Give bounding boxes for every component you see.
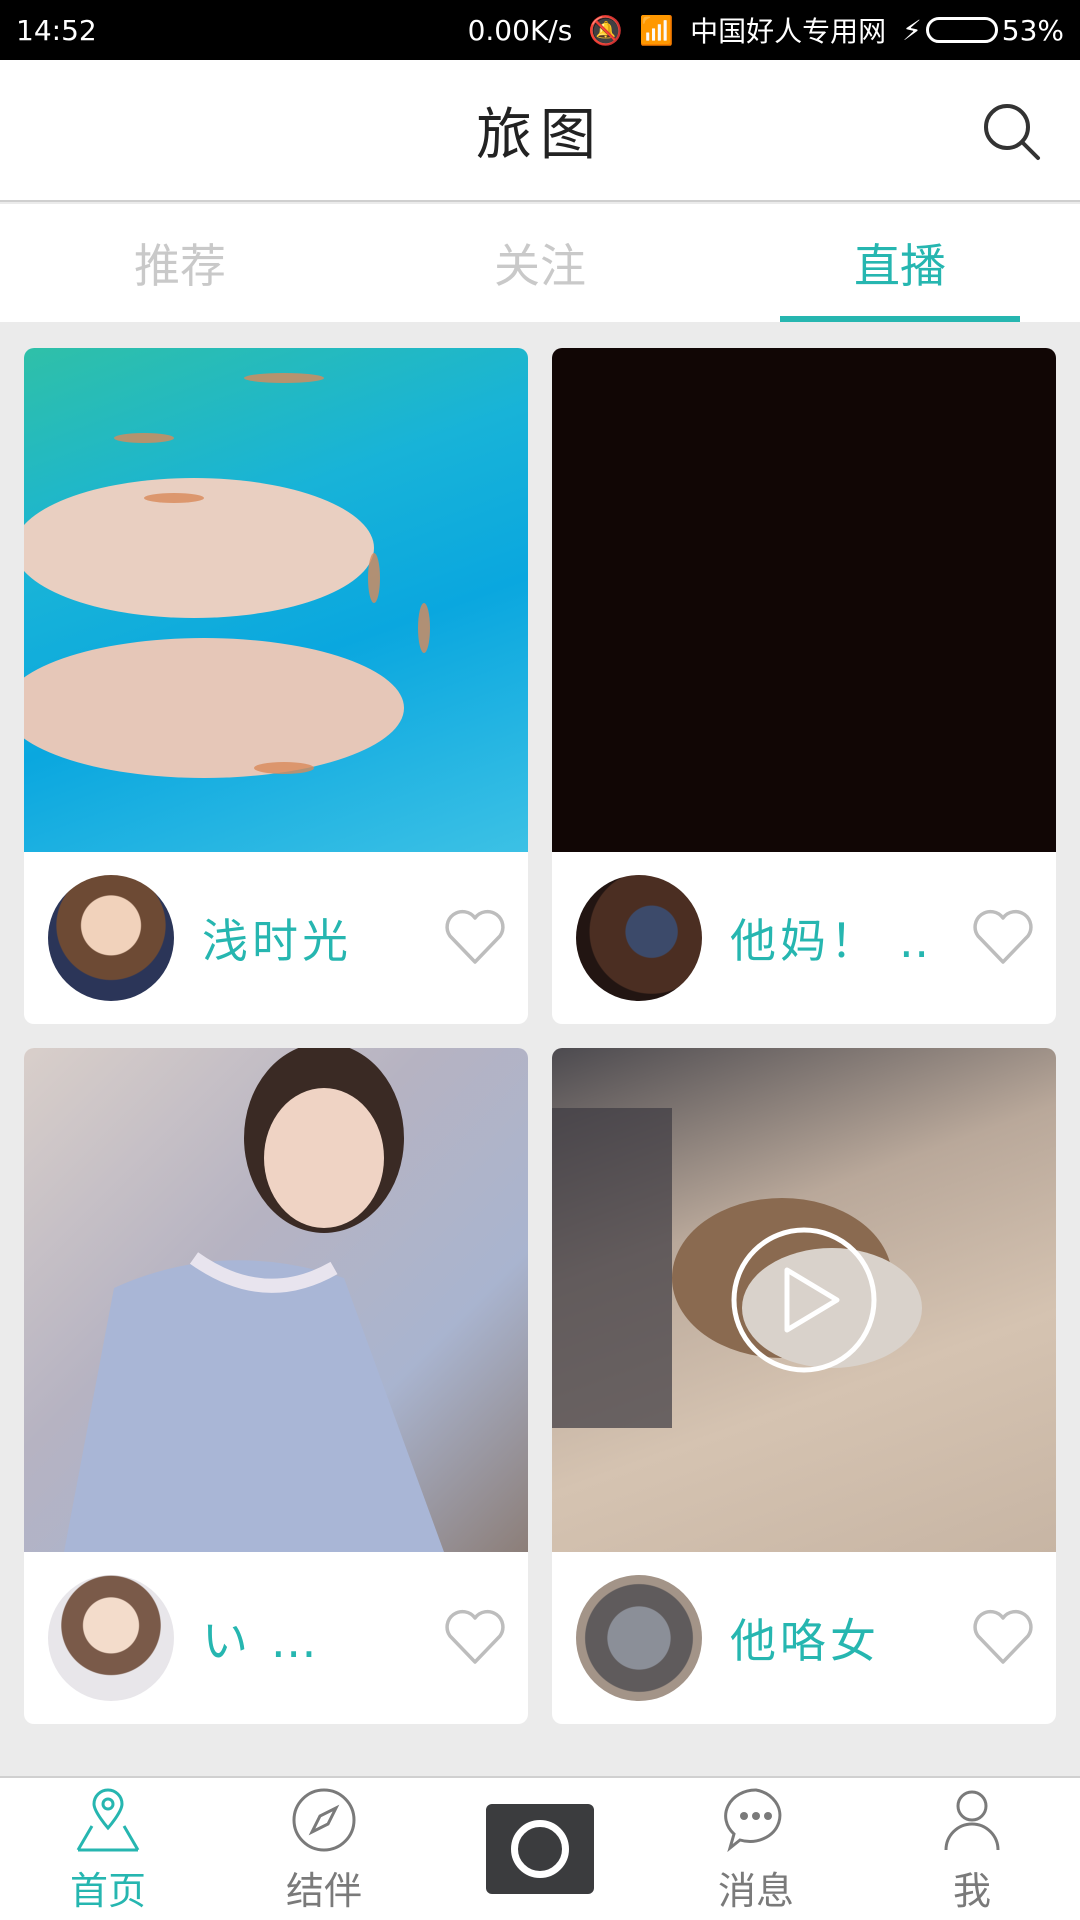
live-thumbnail[interactable] xyxy=(552,1048,1056,1552)
live-card[interactable]: 他咯女 xyxy=(552,1048,1056,1724)
user-avatar[interactable] xyxy=(576,1575,702,1701)
live-thumbnail[interactable] xyxy=(24,348,528,852)
card-info: 浅时光 xyxy=(24,852,528,1024)
battery-percent: 53% xyxy=(1001,13,1064,47)
nav-home[interactable]: 首页 xyxy=(0,1778,216,1920)
battery-indicator: ⚡ 53% xyxy=(902,14,1064,47)
nav-label: 首页 xyxy=(69,1868,146,1913)
status-right: 0.00K/s 🔕 📶 中国好人专用网 ⚡ 53% xyxy=(468,10,1064,50)
heart-icon[interactable] xyxy=(972,908,1034,966)
wifi-icon: 📶 xyxy=(639,13,675,47)
user-avatar[interactable] xyxy=(48,875,174,1001)
heart-icon[interactable] xyxy=(972,1608,1034,1666)
charging-icon: ⚡ xyxy=(902,13,922,47)
play-icon[interactable] xyxy=(729,1225,879,1375)
card-info: 他咯女 xyxy=(552,1552,1056,1724)
live-card[interactable]: 浅时光 xyxy=(24,348,528,1024)
tab-follow[interactable]: 关注 xyxy=(360,204,720,322)
selfie-photo xyxy=(64,1048,444,1552)
live-card[interactable]: 他妈！ … xyxy=(552,348,1056,1024)
app-header: 旅图 xyxy=(0,60,1080,202)
live-card[interactable]: い … xyxy=(24,1048,528,1724)
tab-recommend[interactable]: 推荐 xyxy=(0,204,360,322)
live-thumbnail[interactable] xyxy=(552,348,1056,852)
heart-icon[interactable] xyxy=(444,908,506,966)
chat-bubble-icon xyxy=(724,1787,782,1852)
bottom-nav: 首页 结伴 消息 我 xyxy=(0,1776,1080,1920)
fish-spa-photo xyxy=(24,373,430,778)
camera-ring-icon xyxy=(511,1820,569,1878)
silent-icon: 🔕 xyxy=(588,13,624,47)
status-bar: 14:52 0.00K/s 🔕 📶 中国好人专用网 ⚡ 53% xyxy=(0,0,1080,60)
user-avatar[interactable] xyxy=(576,875,702,1001)
user-avatar[interactable] xyxy=(48,1575,174,1701)
carrier-name: 中国好人专用网 xyxy=(690,15,887,48)
battery-icon xyxy=(925,17,998,43)
nav-messages[interactable]: 消息 xyxy=(648,1778,864,1920)
person-icon xyxy=(944,1790,1000,1850)
top-tabs: 推荐 关注 直播 xyxy=(0,204,1080,322)
card-info: い … xyxy=(24,1552,528,1724)
network-speed: 0.00K/s xyxy=(467,13,573,47)
nav-label: 消息 xyxy=(717,1868,794,1913)
compass-icon xyxy=(292,1788,356,1851)
page-title: 旅图 xyxy=(476,102,604,168)
live-thumbnail[interactable] xyxy=(24,1048,528,1552)
username[interactable]: 他妈！ … xyxy=(730,905,930,971)
status-time: 14:52 xyxy=(16,13,97,47)
heart-icon[interactable] xyxy=(444,1608,506,1666)
location-pin-icon xyxy=(76,1788,140,1851)
username[interactable]: 浅时光 xyxy=(202,905,402,971)
card-info: 他妈！ … xyxy=(552,852,1056,1024)
username[interactable]: い … xyxy=(202,1605,402,1671)
camera-button[interactable] xyxy=(486,1804,594,1894)
tab-live[interactable]: 直播 xyxy=(720,204,1080,322)
live-grid: 浅时光 他妈！ … い … 他咯女 xyxy=(24,348,1056,1724)
nav-camera[interactable] xyxy=(432,1778,648,1920)
nav-me[interactable]: 我 xyxy=(864,1778,1080,1920)
nav-label: 结伴 xyxy=(285,1868,362,1913)
username[interactable]: 他咯女 xyxy=(730,1605,930,1671)
search-icon[interactable] xyxy=(980,100,1044,164)
nav-companion[interactable]: 结伴 xyxy=(216,1778,432,1920)
nav-label: 我 xyxy=(952,1868,991,1913)
